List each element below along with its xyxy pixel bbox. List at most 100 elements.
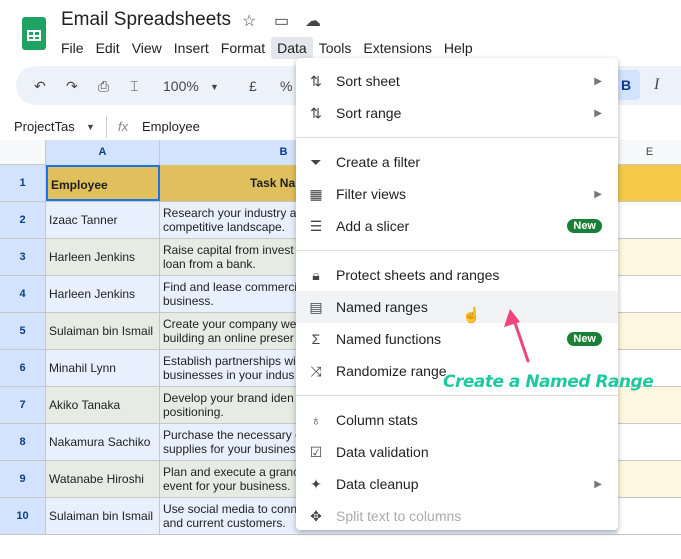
menu-item-label: Split text to columns (336, 508, 462, 524)
menu-file[interactable]: File (55, 37, 90, 59)
undo-icon[interactable]: ↶ (34, 78, 46, 95)
document-title[interactable]: Email Spreadsheets (61, 9, 231, 31)
currency-button[interactable]: £ (249, 78, 257, 94)
menu-item-named-ranges[interactable]: ▤ Named ranges (296, 291, 618, 323)
cell-e[interactable] (618, 202, 681, 238)
submenu-arrow-icon: ▶ (594, 478, 602, 490)
column-header-a[interactable]: A (46, 140, 160, 165)
torn-edge (0, 535, 681, 559)
cell-e[interactable] (618, 313, 681, 349)
redo-icon[interactable]: ↷ (66, 78, 78, 95)
cell-employee[interactable]: Minahil Lynn (46, 350, 160, 386)
arrow-annotation (504, 309, 530, 363)
row-header[interactable]: 5 (0, 313, 46, 349)
cell-e[interactable] (618, 276, 681, 312)
cell-employee[interactable]: Izaac Tanner (46, 202, 160, 238)
menu-item-column-stats[interactable]: ♁ Column stats (296, 404, 618, 436)
row-header[interactable]: 9 (0, 461, 46, 497)
menu-item-named-functions[interactable]: Σ Named functions New (296, 323, 618, 355)
cell-employee[interactable]: Harleen Jenkins (46, 276, 160, 312)
cell-employee[interactable]: Sulaiman bin Ismail (46, 498, 160, 534)
formula-input[interactable]: Employee (142, 119, 200, 134)
row-header[interactable]: 1 (0, 165, 46, 201)
slicer-icon: ☰ (309, 217, 323, 234)
menu-item-filter-views[interactable]: ▦ Filter views ▶ (296, 178, 618, 210)
print-icon[interactable]: ⎙ (98, 78, 109, 95)
row-header[interactable]: 10 (0, 498, 46, 534)
column-header-e[interactable]: E (618, 140, 681, 165)
cell-e[interactable] (618, 239, 681, 275)
menu-view[interactable]: View (126, 37, 168, 59)
row-header[interactable]: 7 (0, 387, 46, 423)
menu-item-sort-sheet[interactable]: ⇅ Sort sheet ▶ (296, 65, 618, 97)
select-all-corner[interactable] (0, 140, 46, 165)
menu-item-label: Filter views (336, 186, 407, 202)
split-icon: ✥ (310, 507, 322, 524)
cell-e[interactable] (618, 461, 681, 497)
lock-icon: 🔒︎ (312, 266, 320, 283)
menu-item-create-a-filter[interactable]: ⏷ Create a filter (296, 146, 618, 178)
sort-icon: ⇅ (310, 104, 322, 121)
menu-item-label: Named ranges (336, 299, 428, 315)
menu-item-label: Column stats (336, 412, 418, 428)
submenu-arrow-icon: ▶ (594, 188, 602, 200)
menu-tools[interactable]: Tools (313, 37, 358, 59)
shuffle-icon: ⤨ (310, 362, 322, 379)
row-header[interactable]: 8 (0, 424, 46, 460)
italic-button[interactable]: I (654, 76, 659, 94)
named-ranges-icon: ▤ (309, 298, 323, 315)
paint-format-icon[interactable]: ⌶ (130, 78, 138, 95)
menu-format[interactable]: Format (215, 37, 271, 59)
cell-employee[interactable]: Employee (46, 165, 160, 201)
menu-divider (296, 137, 618, 138)
menu-item-label: Create a filter (336, 154, 421, 170)
chevron-down-icon[interactable]: ▼ (210, 82, 219, 92)
menu-item-label: Data cleanup (336, 476, 419, 492)
sheets-logo[interactable] (22, 17, 46, 50)
cell-e[interactable] (618, 165, 681, 201)
menu-edit[interactable]: Edit (90, 37, 126, 59)
menu-item-label: Sort sheet (336, 73, 400, 89)
menu-divider (296, 395, 618, 396)
cell-e[interactable] (618, 424, 681, 460)
filter-icon: ⏷ (310, 153, 322, 170)
annotation-text: Create a Named Range (443, 372, 654, 392)
cloud-saved-icon[interactable]: ☁ (305, 11, 321, 31)
new-badge: New (567, 332, 602, 346)
menu-data[interactable]: Data (271, 37, 313, 59)
percent-button[interactable]: % (280, 78, 292, 94)
cell-employee[interactable]: Akiko Tanaka (46, 387, 160, 423)
row-header[interactable]: 6 (0, 350, 46, 386)
row-header[interactable]: 3 (0, 239, 46, 275)
lightbulb-icon: ♁ (310, 412, 322, 428)
menu-help[interactable]: Help (438, 37, 479, 59)
cell-employee[interactable]: Sulaiman bin Ismail (46, 313, 160, 349)
menu-extensions[interactable]: Extensions (357, 37, 437, 59)
filter-views-icon: ▦ (309, 185, 323, 202)
row-header[interactable]: 4 (0, 276, 46, 312)
cell-e[interactable] (618, 387, 681, 423)
menu-item-protect-sheets-and-ranges[interactable]: 🔒︎ Protect sheets and ranges (296, 259, 618, 291)
chevron-down-icon[interactable]: ▼ (86, 122, 95, 132)
sort-icon: ⇅ (310, 72, 322, 89)
menu-insert[interactable]: Insert (168, 37, 215, 59)
menu-item-data-validation[interactable]: ☑ Data validation (296, 436, 618, 468)
cell-employee[interactable]: Watanabe Hiroshi (46, 461, 160, 497)
move-folder-icon[interactable]: ▭ (274, 11, 289, 31)
menu-item-label: Data validation (336, 444, 429, 460)
menu-item-data-cleanup[interactable]: ✦ Data cleanup ▶ (296, 468, 618, 500)
menu-item-add-a-slicer[interactable]: ☰ Add a slicer New (296, 210, 618, 242)
cell-employee[interactable]: Harleen Jenkins (46, 239, 160, 275)
fx-icon: fx (118, 119, 129, 134)
star-icon[interactable]: ☆ (242, 11, 256, 31)
menu-item-split-text-to-columns[interactable]: ✥ Split text to columns (296, 500, 618, 532)
row-header[interactable]: 2 (0, 202, 46, 238)
cell-employee[interactable]: Nakamura Sachiko (46, 424, 160, 460)
submenu-arrow-icon: ▶ (594, 107, 602, 119)
menu-item-label: Named functions (336, 331, 442, 347)
menu-divider (296, 250, 618, 251)
name-box[interactable]: ProjectTas (14, 119, 75, 134)
zoom-select[interactable]: 100% (163, 78, 199, 94)
menu-item-sort-range[interactable]: ⇅ Sort range ▶ (296, 97, 618, 129)
cell-e[interactable] (618, 498, 681, 534)
